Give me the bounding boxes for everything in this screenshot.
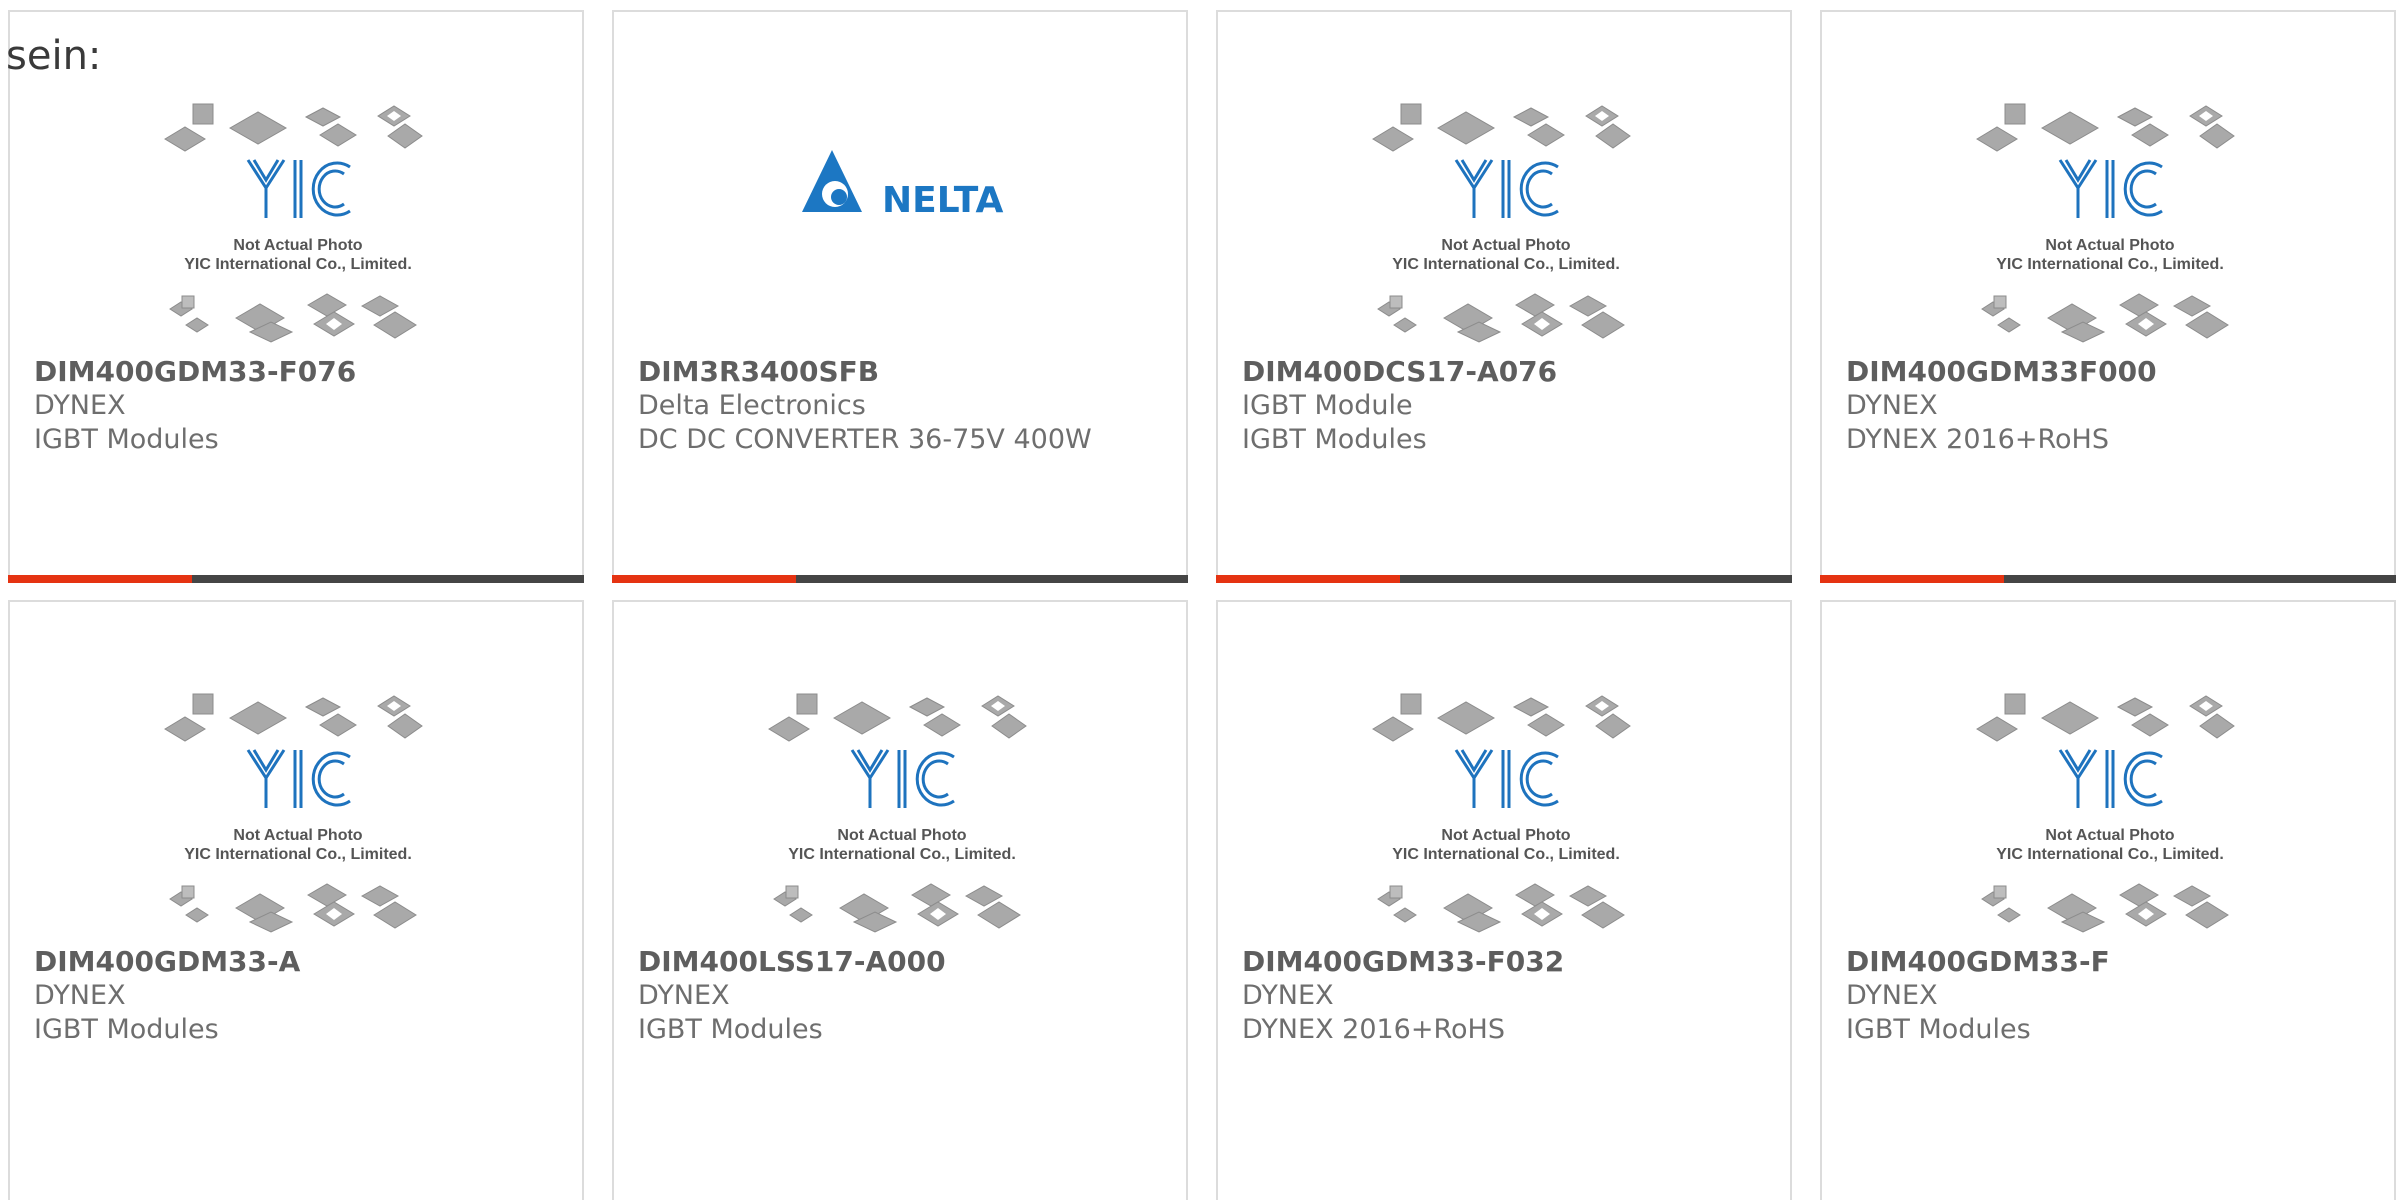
product-image[interactable]: Not Actual Photo YIC International Co., … <box>1822 602 2398 942</box>
product-card[interactable]: Not Actual Photo YIC International Co., … <box>8 600 584 1200</box>
part-number-link[interactable]: DIM400GDM33F000 <box>1846 355 2384 389</box>
svg-text:YIC International Co., Limited: YIC International Co., Limited. <box>1392 846 1620 863</box>
product-card[interactable]: Not Actual Photo YIC International Co., … <box>1820 600 2396 1200</box>
chip-icons-top <box>768 693 1027 742</box>
svg-text:Not Actual Photo: Not Actual Photo <box>837 827 966 844</box>
description: IGBT Modules <box>1846 1014 2031 1045</box>
manufacturer: DYNEX <box>638 980 730 1011</box>
manufacturer: DYNEX <box>34 980 126 1011</box>
svg-text:NELTA: NELTA <box>882 180 1003 221</box>
chip-icons-bottom <box>1981 883 2229 933</box>
svg-text:Not Actual Photo: Not Actual Photo <box>233 237 362 254</box>
manufacturer: DYNEX <box>34 390 126 421</box>
card-accent-bar <box>1820 575 2396 583</box>
yic-logo-icon <box>246 749 351 808</box>
chip-icons-top <box>1372 103 1631 152</box>
product-image[interactable]: Not Actual Photo YIC International Co., … <box>1218 12 1794 352</box>
svg-text:YIC International Co., Limited: YIC International Co., Limited. <box>184 256 412 273</box>
svg-text:YIC International Co., Limited: YIC International Co., Limited. <box>184 846 412 863</box>
yic-placeholder-graphic: Not Actual Photo YIC International Co., … <box>1976 693 2235 933</box>
part-number-link[interactable]: DIM400GDM33-F032 <box>1242 945 1780 979</box>
product-card[interactable]: Not Actual Photo YIC International Co., … <box>1216 600 1792 1200</box>
part-number-link[interactable]: DIM400LSS17-A000 <box>638 945 1176 979</box>
svg-text:Not Actual Photo: Not Actual Photo <box>1441 827 1570 844</box>
manufacturer: DYNEX <box>1242 980 1334 1011</box>
yic-logo-icon <box>850 749 955 808</box>
product-card[interactable]: Not Actual Photo YIC International Co., … <box>8 10 584 583</box>
description: IGBT Modules <box>638 1014 823 1045</box>
description: IGBT Modules <box>1242 424 1427 455</box>
svg-text:Not Actual Photo: Not Actual Photo <box>1441 237 1570 254</box>
yic-logo-icon <box>1454 159 1559 218</box>
description: DYNEX 2016+RoHS <box>1242 1014 1505 1045</box>
lead-text: sein: <box>6 33 102 79</box>
product-image[interactable]: Not Actual Photo YIC International Co., … <box>614 602 1190 942</box>
svg-text:YIC International Co., Limited: YIC International Co., Limited. <box>1996 256 2224 273</box>
product-image[interactable]: Not Actual Photo YIC International Co., … <box>10 602 586 942</box>
chip-icons-top <box>164 103 423 152</box>
chip-icons-bottom <box>169 293 417 343</box>
chip-icons-bottom <box>169 883 417 933</box>
yic-logo-icon <box>2058 749 2163 808</box>
yic-placeholder-graphic: Not Actual Photo YIC International Co., … <box>768 693 1027 933</box>
part-number-link[interactable]: DIM400GDM33-F <box>1846 945 2384 979</box>
product-image[interactable]: NELTA <box>614 12 1190 352</box>
manufacturer: DYNEX <box>1846 390 1938 421</box>
part-number-link[interactable]: DIM400GDM33-A <box>34 945 572 979</box>
product-card[interactable]: Not Actual Photo YIC International Co., … <box>612 600 1188 1200</box>
card-accent-bar <box>8 575 584 583</box>
yic-logo-icon <box>246 159 351 218</box>
manufacturer: Delta Electronics <box>638 390 866 421</box>
yic-placeholder-graphic: Not Actual Photo YIC International Co., … <box>1372 103 1631 343</box>
chip-icons-bottom <box>1377 293 1625 343</box>
delta-logo-graphic: NELTA <box>802 150 1003 221</box>
chip-icons-top <box>1372 693 1631 742</box>
description: DC DC CONVERTER 36-75V 400W <box>638 424 1092 455</box>
svg-text:Not Actual Photo: Not Actual Photo <box>233 827 362 844</box>
description: IGBT Modules <box>34 424 219 455</box>
product-card[interactable]: Not Actual Photo YIC International Co., … <box>1216 10 1792 583</box>
chip-icons-top <box>1976 103 2235 152</box>
card-accent-bar <box>1216 575 1792 583</box>
part-number-link[interactable]: DIM400DCS17-A076 <box>1242 355 1780 389</box>
part-number-link[interactable]: DIM3R3400SFB <box>638 355 1176 389</box>
description: IGBT Modules <box>34 1014 219 1045</box>
svg-text:Not Actual Photo: Not Actual Photo <box>2045 827 2174 844</box>
chip-icons-bottom <box>773 883 1021 933</box>
chip-icons-top <box>164 693 423 742</box>
chip-icons-top <box>1976 693 2235 742</box>
chip-icons-bottom <box>1981 293 2229 343</box>
manufacturer: IGBT Module <box>1242 390 1413 421</box>
yic-placeholder-graphic: Not Actual Photo YIC International Co., … <box>164 693 423 933</box>
part-number-link[interactable]: DIM400GDM33-F076 <box>34 355 572 389</box>
product-card[interactable]: NELTA DIM3R3400SFB Delta Electronics DC … <box>612 10 1188 583</box>
product-image[interactable]: Not Actual Photo YIC International Co., … <box>1218 602 1794 942</box>
yic-logo-icon <box>1454 749 1559 808</box>
manufacturer: DYNEX <box>1846 980 1938 1011</box>
product-card[interactable]: Not Actual Photo YIC International Co., … <box>1820 10 2396 583</box>
description: DYNEX 2016+RoHS <box>1846 424 2109 455</box>
chip-icons-bottom <box>1377 883 1625 933</box>
yic-logo-icon <box>2058 159 2163 218</box>
yic-placeholder-graphic: Not Actual Photo YIC International Co., … <box>1976 103 2235 343</box>
svg-text:YIC International Co., Limited: YIC International Co., Limited. <box>1996 846 2224 863</box>
yic-placeholder-graphic: Not Actual Photo YIC International Co., … <box>1372 693 1631 933</box>
svg-text:YIC International Co., Limited: YIC International Co., Limited. <box>788 846 1016 863</box>
product-image[interactable]: Not Actual Photo YIC International Co., … <box>1822 12 2398 352</box>
svg-text:YIC International Co., Limited: YIC International Co., Limited. <box>1392 256 1620 273</box>
svg-text:Not Actual Photo: Not Actual Photo <box>2045 237 2174 254</box>
card-accent-bar <box>612 575 1188 583</box>
